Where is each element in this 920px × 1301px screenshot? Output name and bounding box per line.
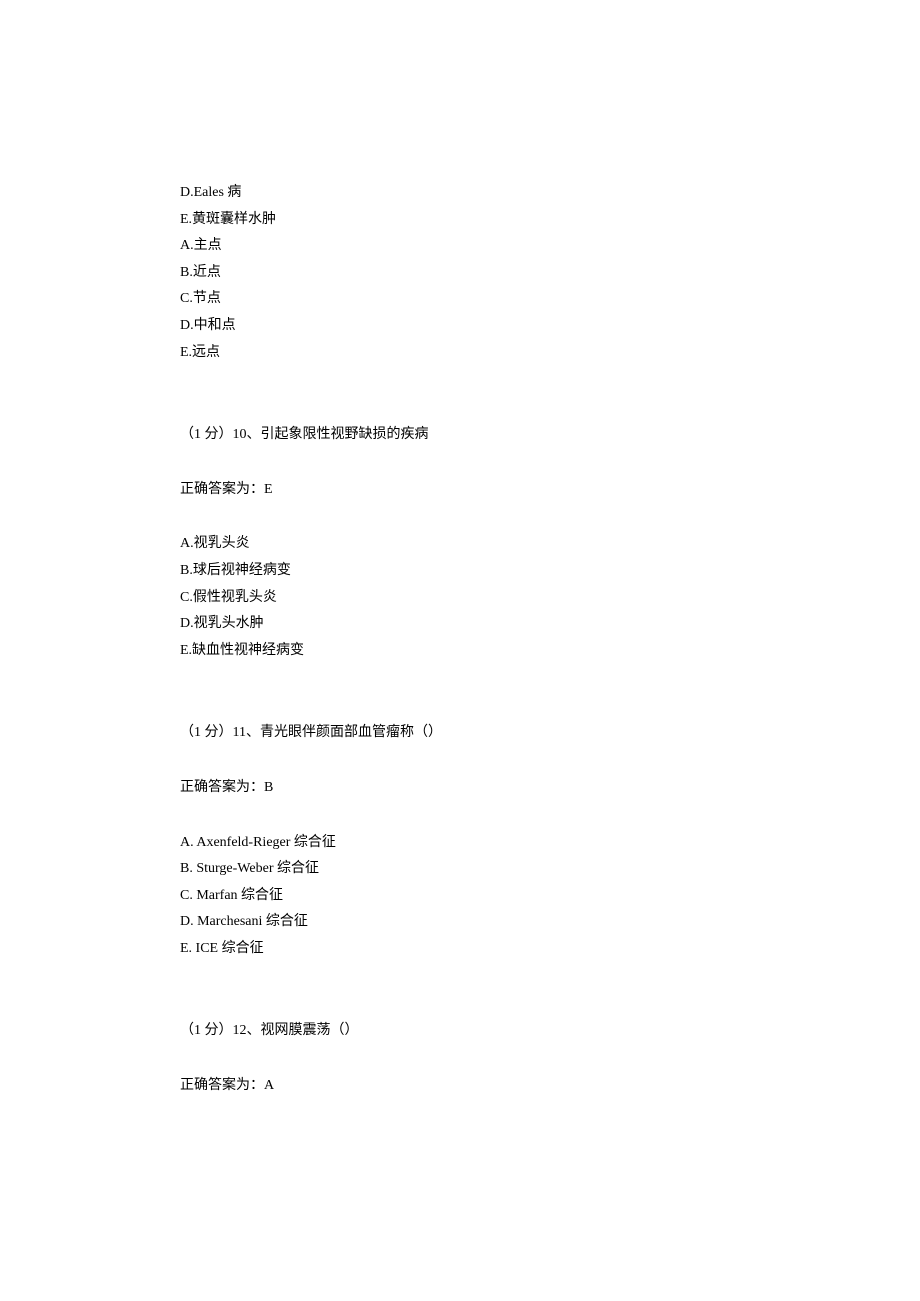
question-11-option-d: D. Marchesani 综合征 — [180, 909, 740, 936]
question-10-option-c: C.假性视乳头炎 — [180, 585, 740, 612]
intro-option-e2: E.远点 — [180, 340, 740, 367]
question-10-answer: 正确答案为：E — [180, 477, 740, 504]
question-10-header: （1 分）10、引起象限性视野缺损的疾病 — [180, 422, 740, 449]
intro-option-c: C.节点 — [180, 286, 740, 313]
question-10-option-d: D.视乳头水肿 — [180, 611, 740, 638]
intro-option-d2: D.中和点 — [180, 313, 740, 340]
question-11-header: （1 分）11、青光眼伴颜面部血管瘤称（） — [180, 720, 740, 747]
question-11-option-b: B. Sturge-Weber 综合征 — [180, 856, 740, 883]
question-12-header: （1 分）12、视网膜震荡（） — [180, 1018, 740, 1045]
question-11-answer: 正确答案为：B — [180, 775, 740, 802]
question-11-option-a: A. Axenfeld-Rieger 综合征 — [180, 830, 740, 857]
intro-option-a: A.主点 — [180, 233, 740, 260]
question-11-option-e: E. ICE 综合征 — [180, 936, 740, 963]
question-10-option-e: E.缺血性视神经病变 — [180, 638, 740, 665]
intro-option-d1: D.Eales 病 — [180, 180, 740, 207]
question-12-answer: 正确答案为：A — [180, 1073, 740, 1100]
intro-option-e1: E.黄斑囊样水肿 — [180, 207, 740, 234]
question-10-option-a: A.视乳头炎 — [180, 531, 740, 558]
intro-option-b: B.近点 — [180, 260, 740, 287]
question-11-option-c: C. Marfan 综合征 — [180, 883, 740, 910]
question-10-option-b: B.球后视神经病变 — [180, 558, 740, 585]
